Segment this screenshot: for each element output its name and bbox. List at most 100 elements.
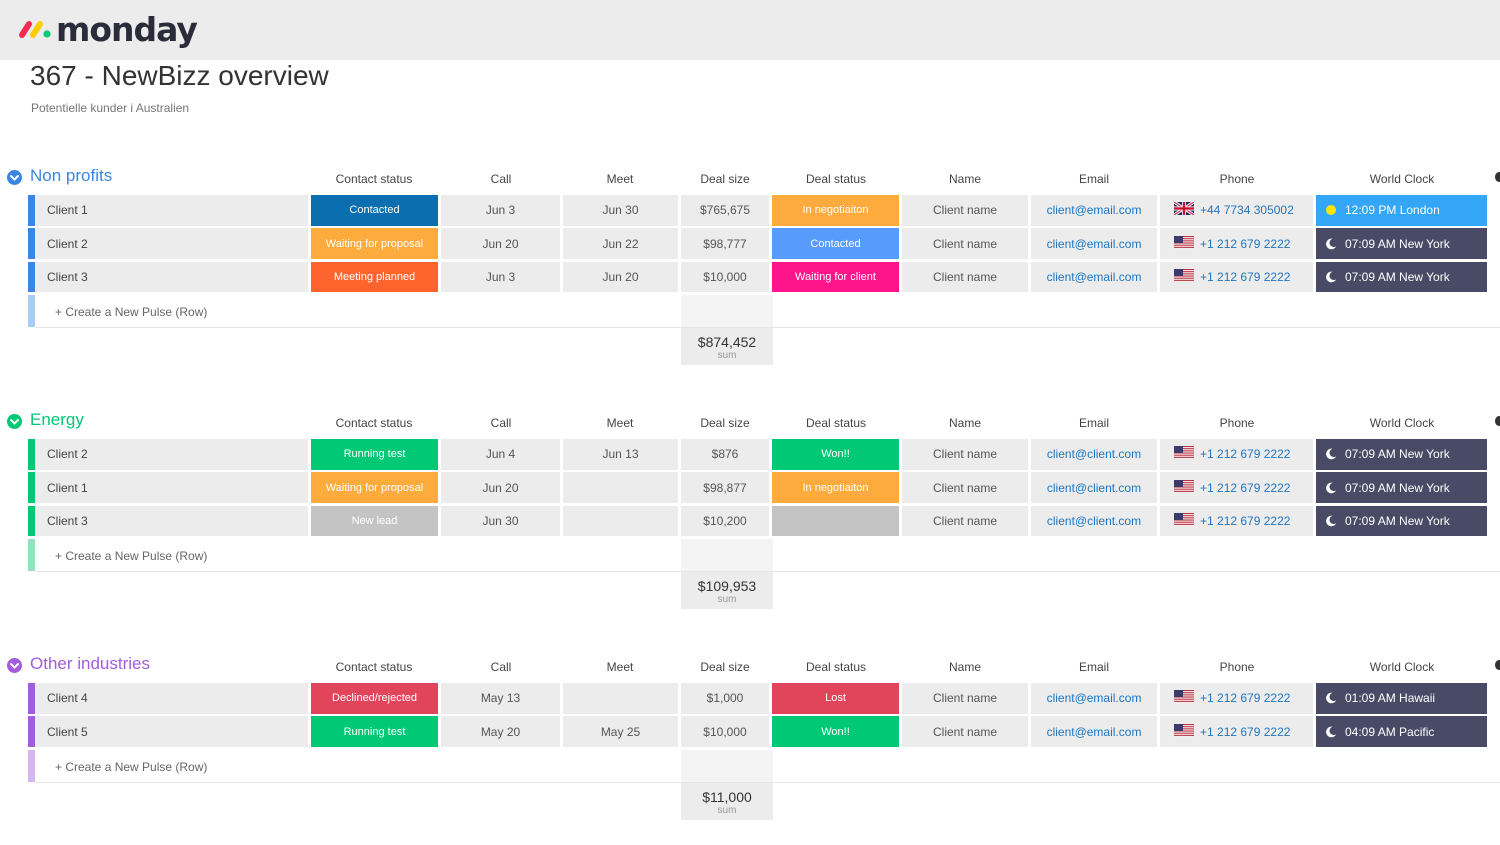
meet-date-cell[interactable]: Jun 22 (563, 228, 678, 259)
phone-cell[interactable]: +1 212 679 2222 (1160, 505, 1313, 537)
page-subtitle[interactable]: Potentielle kunder i Australien (31, 101, 189, 115)
call-date-cell[interactable]: May 13 (441, 683, 560, 714)
meet-date-cell[interactable] (563, 505, 678, 537)
column-header[interactable]: Deal status (776, 660, 896, 674)
deal-size-cell[interactable]: $876 (681, 439, 769, 470)
contact-status-cell[interactable]: Waiting for proposal (311, 472, 438, 503)
deal-size-cell[interactable]: $1,000 (681, 683, 769, 714)
row-name[interactable]: Client 1 (35, 472, 308, 503)
column-header[interactable]: Call (441, 416, 561, 430)
deal-size-cell[interactable]: $98,777 (681, 228, 769, 259)
chevron-down-icon[interactable] (7, 414, 22, 429)
row-name[interactable]: Client 1 (35, 195, 308, 226)
contact-status-cell[interactable]: Running test (311, 716, 438, 747)
contact-status-cell[interactable]: Contacted (311, 195, 438, 226)
world-clock-cell[interactable]: 07:09 AM New York (1316, 472, 1487, 503)
call-date-cell[interactable]: Jun 3 (441, 195, 560, 226)
world-clock-cell[interactable]: 07:09 AM New York (1316, 439, 1487, 470)
page-title[interactable]: 367 - NewBizz overview (30, 60, 329, 92)
deal-size-cell[interactable]: $98,877 (681, 472, 769, 503)
row-name[interactable]: Client 2 (35, 228, 308, 259)
deal-status-cell[interactable]: In negotiaiton (772, 195, 899, 226)
phone-number[interactable]: +1 212 679 2222 (1200, 514, 1290, 528)
meet-date-cell[interactable]: Jun 13 (563, 439, 678, 470)
create-pulse-row[interactable]: + Create a New Pulse (Row) (0, 294, 1500, 328)
column-menu-dot[interactable] (1495, 416, 1500, 426)
row-name[interactable]: Client 4 (35, 683, 308, 714)
table-row[interactable]: Client 1 Contacted Jun 3 Jun 30 $765,675 In n… (0, 195, 1500, 228)
column-menu-dot[interactable] (1495, 172, 1500, 182)
column-header[interactable]: Deal size (665, 416, 785, 430)
column-header[interactable]: Meet (560, 172, 680, 186)
column-header[interactable]: Meet (560, 416, 680, 430)
table-row[interactable]: Client 2 Waiting for proposal Jun 20 Jun 22… (0, 228, 1500, 261)
world-clock-cell[interactable]: 04:09 AM Pacific (1316, 716, 1487, 747)
row-name[interactable]: Client 5 (35, 716, 308, 747)
table-row[interactable]: Client 3 Meeting planned Jun 3 Jun 20 $10,00… (0, 261, 1500, 295)
deal-status-cell[interactable]: Contacted (772, 228, 899, 259)
create-pulse-button[interactable]: + Create a New Pulse (Row) (55, 760, 207, 774)
column-header[interactable]: Contact status (314, 660, 434, 674)
column-header[interactable]: Deal size (665, 172, 785, 186)
world-clock-cell[interactable]: 01:09 AM Hawaii (1316, 683, 1487, 714)
contact-status-cell[interactable]: Waiting for proposal (311, 228, 438, 259)
column-header[interactable]: Deal size (665, 660, 785, 674)
client-name-cell[interactable]: Client name (902, 261, 1028, 293)
world-clock-cell[interactable]: 07:09 AM New York (1316, 228, 1487, 259)
phone-number[interactable]: +1 212 679 2222 (1200, 237, 1290, 251)
phone-cell[interactable]: +1 212 679 2222 (1160, 472, 1313, 503)
contact-status-cell[interactable]: Meeting planned (311, 261, 438, 293)
column-header[interactable]: Email (1034, 660, 1154, 674)
column-header[interactable]: Email (1034, 416, 1154, 430)
contact-status-cell[interactable]: Running test (311, 439, 438, 470)
client-name-cell[interactable]: Client name (902, 472, 1028, 503)
table-row[interactable]: Client 4 Declined/rejected May 13 $1,000 Los… (0, 683, 1500, 716)
meet-date-cell[interactable]: May 25 (563, 716, 678, 747)
client-name-cell[interactable]: Client name (902, 195, 1028, 226)
table-row[interactable]: Client 1 Waiting for proposal Jun 20 $98,87… (0, 472, 1500, 505)
column-header[interactable]: Phone (1177, 172, 1297, 186)
column-header[interactable]: Email (1034, 172, 1154, 186)
monday-logo[interactable]: monday (18, 8, 198, 50)
call-date-cell[interactable]: Jun 20 (441, 228, 560, 259)
column-header[interactable]: Deal status (776, 416, 896, 430)
column-header[interactable]: Deal status (776, 172, 896, 186)
contact-status-cell[interactable]: New lead (311, 505, 438, 537)
phone-number[interactable]: +1 212 679 2222 (1200, 725, 1290, 739)
client-name-cell[interactable]: Client name (902, 228, 1028, 259)
deal-status-cell[interactable]: In negotiaiton (772, 472, 899, 503)
phone-number[interactable]: +44 7734 305002 (1200, 203, 1294, 217)
email-link[interactable]: client@email.com (1031, 261, 1157, 293)
meet-date-cell[interactable] (563, 683, 678, 714)
email-link[interactable]: client@email.com (1031, 716, 1157, 747)
phone-cell[interactable]: +1 212 679 2222 (1160, 683, 1313, 714)
call-date-cell[interactable]: May 20 (441, 716, 560, 747)
deal-status-cell[interactable]: Won!! (772, 716, 899, 747)
table-row[interactable]: Client 5 Running test May 20 May 25 $10,000 W… (0, 716, 1500, 749)
phone-number[interactable]: +1 212 679 2222 (1200, 270, 1290, 284)
group-title[interactable]: Energy (30, 410, 84, 430)
create-pulse-button[interactable]: + Create a New Pulse (Row) (55, 305, 207, 319)
client-name-cell[interactable]: Client name (902, 505, 1028, 537)
deal-status-cell[interactable]: Lost (772, 683, 899, 714)
column-header[interactable]: Name (905, 416, 1025, 430)
phone-cell[interactable]: +44 7734 305002 (1160, 195, 1313, 226)
column-header[interactable]: World Clock (1342, 416, 1462, 430)
client-name-cell[interactable]: Client name (902, 439, 1028, 470)
phone-cell[interactable]: +1 212 679 2222 (1160, 228, 1313, 259)
column-header[interactable]: World Clock (1342, 660, 1462, 674)
deal-size-cell[interactable]: $10,200 (681, 505, 769, 537)
row-name[interactable]: Client 3 (35, 505, 308, 537)
group-title[interactable]: Non profits (30, 166, 112, 186)
column-header[interactable]: Phone (1177, 660, 1297, 674)
email-link[interactable]: client@client.com (1031, 505, 1157, 537)
table-row[interactable]: Client 2 Running test Jun 4 Jun 13 $876 Won!!… (0, 439, 1500, 472)
create-pulse-row[interactable]: + Create a New Pulse (Row) (0, 749, 1500, 783)
group-title[interactable]: Other industries (30, 654, 150, 674)
create-pulse-row[interactable]: + Create a New Pulse (Row) (0, 538, 1500, 572)
column-header[interactable]: Call (441, 172, 561, 186)
column-header[interactable]: Call (441, 660, 561, 674)
call-date-cell[interactable]: Jun 20 (441, 472, 560, 503)
world-clock-cell[interactable]: 12:09 PM London (1316, 195, 1487, 226)
column-header[interactable]: Name (905, 172, 1025, 186)
